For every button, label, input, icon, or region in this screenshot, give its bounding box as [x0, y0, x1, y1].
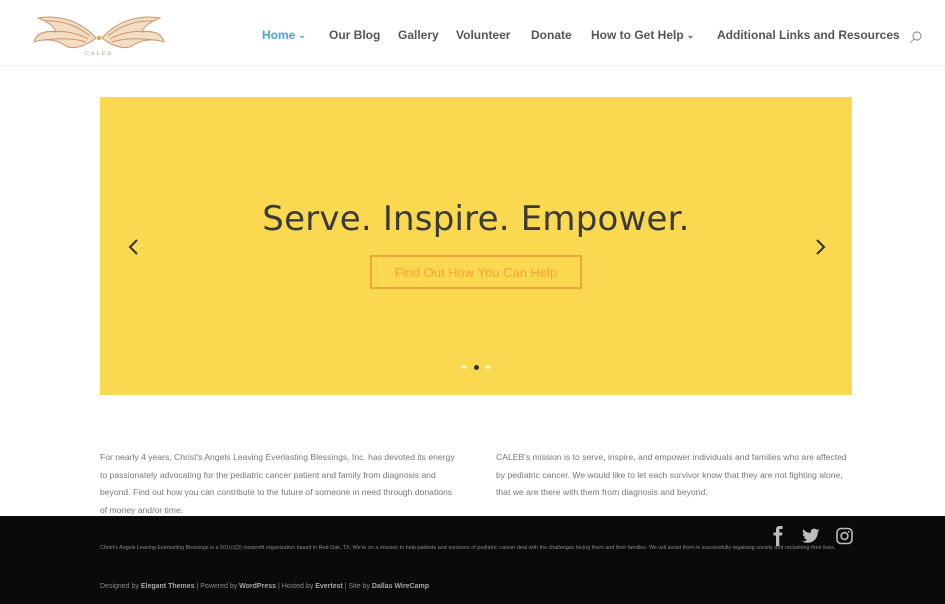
- nav-home-label: Home: [262, 28, 296, 42]
- credits-powered-prefix: | Powered by: [194, 583, 240, 590]
- chevron-right-icon: [816, 239, 826, 255]
- site-by-link[interactable]: Dallas WireCamp: [372, 583, 429, 590]
- credits-designed-prefix: Designed by: [100, 583, 141, 590]
- mission-paragraph: CALEB's mission is to serve, inspire, an…: [496, 452, 847, 497]
- chevron-down-icon: ⌄: [686, 30, 695, 40]
- site-header: CALEB Home ⌄ Our Blog Gallery Volunteer D…: [0, 0, 945, 66]
- main-nav: Home ⌄ Our Blog Gallery Volunteer Donate …: [262, 28, 927, 46]
- page: CALEB Home ⌄ Our Blog Gallery Volunteer D…: [0, 0, 945, 604]
- site-footer: Christ's Angels Leaving Everlasting Bles…: [0, 516, 945, 604]
- svg-text:CALEB: CALEB: [85, 51, 113, 57]
- nav-additional-links[interactable]: Additional Links and Resources: [717, 28, 900, 42]
- footer-about-text: Christ's Angels Leaving Everlasting Bles…: [100, 545, 836, 551]
- slide-dot-2[interactable]: [474, 364, 479, 370]
- intro-paragraph: For nearly 4 years, Christ's Angels Leav…: [100, 452, 455, 515]
- credits-site-prefix: | Site by: [342, 583, 372, 590]
- chevron-down-icon: ⌄: [298, 30, 306, 40]
- nav-additional-links-label: Additional Links and Resources: [717, 28, 900, 42]
- find-out-how-button[interactable]: Find Out How You Can Help: [370, 255, 582, 289]
- instagram-icon[interactable]: [836, 526, 853, 546]
- wordpress-link[interactable]: WordPress: [239, 583, 276, 590]
- nav-gallery[interactable]: Gallery: [398, 28, 439, 42]
- hero-slider: Serve. Inspire. Empower. Find Out How Yo…: [100, 97, 852, 395]
- nav-gallery-label: Gallery: [398, 28, 439, 42]
- slider-next-button[interactable]: [810, 234, 830, 260]
- search-icon[interactable]: [909, 30, 923, 44]
- footer-credits: Designed by Elegant Themes | Powered by …: [100, 583, 429, 590]
- nav-donate-label: Donate: [531, 28, 572, 42]
- credits-hosted-prefix: | Hosted by: [276, 583, 316, 590]
- slide-dot-1[interactable]: [462, 365, 466, 369]
- nav-our-blog-label: Our Blog: [329, 28, 381, 42]
- nav-volunteer-label: Volunteer: [456, 28, 511, 42]
- slider-pagination: [460, 364, 492, 371]
- nav-how-to-get-help[interactable]: How to Get Help ⌄: [591, 28, 694, 42]
- nav-donate[interactable]: Donate: [531, 28, 572, 42]
- host-link[interactable]: Evertest: [315, 583, 343, 590]
- elegant-themes-link[interactable]: Elegant Themes: [141, 583, 195, 590]
- slide-title: Serve. Inspire. Empower.: [262, 199, 690, 239]
- nav-our-blog[interactable]: Our Blog: [329, 28, 380, 42]
- twitter-icon[interactable]: [802, 526, 820, 546]
- nav-home[interactable]: Home ⌄: [262, 28, 306, 42]
- nav-volunteer[interactable]: Volunteer: [456, 28, 510, 42]
- caleb-logo[interactable]: CALEB: [30, 8, 168, 60]
- slide-dot-3[interactable]: [486, 365, 490, 369]
- facebook-icon[interactable]: [772, 526, 784, 546]
- nav-how-to-get-help-label: How to Get Help: [591, 28, 684, 42]
